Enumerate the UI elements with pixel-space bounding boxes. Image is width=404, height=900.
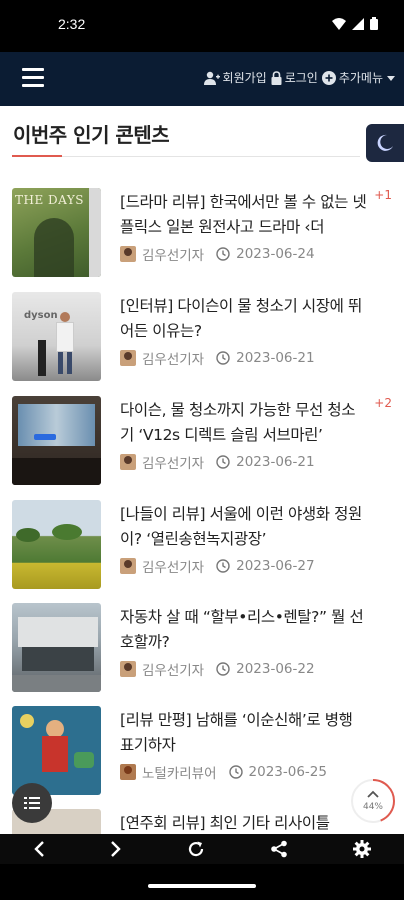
thumbnail-title-text: THE DAYS bbox=[15, 193, 84, 207]
clock-icon bbox=[216, 351, 230, 365]
home-gesture-bar[interactable] bbox=[148, 884, 256, 888]
more-menu-label: 추가메뉴 bbox=[338, 71, 383, 85]
article-thumbnail[interactable] bbox=[12, 706, 101, 795]
theme-toggle-button[interactable] bbox=[366, 124, 404, 162]
battery-icon bbox=[370, 17, 378, 30]
author-avatar bbox=[120, 350, 136, 366]
title-divider-accent bbox=[12, 155, 62, 157]
article-date: 2023-06-21 bbox=[236, 454, 315, 470]
article-date: 2023-06-27 bbox=[236, 558, 315, 574]
user-plus-icon bbox=[203, 71, 220, 85]
article-meta: 김우선기자 2023-06-21 bbox=[120, 452, 315, 472]
login-label: 로그인 bbox=[284, 71, 318, 85]
clock-icon bbox=[228, 765, 243, 779]
progress-ring bbox=[351, 779, 395, 823]
clock-icon bbox=[216, 247, 230, 261]
article-thumbnail[interactable]: dyson bbox=[12, 292, 101, 381]
clock-icon bbox=[216, 559, 230, 573]
signup-link[interactable]: 회원가입 bbox=[203, 69, 267, 86]
article-date: 2023-06-22 bbox=[236, 661, 315, 677]
article-title[interactable]: [나들이 리뷰] 서울에 이런 야생화 정원이? ‘열린송현녹지광장’ bbox=[120, 502, 368, 552]
status-time: 2:32 bbox=[58, 16, 86, 32]
article-thumbnail[interactable] bbox=[12, 396, 101, 485]
article-author: 김우선기자 bbox=[142, 352, 205, 368]
article-date: 2023-06-25 bbox=[248, 764, 327, 780]
chevron-up-icon bbox=[367, 790, 379, 798]
article-item[interactable]: 다이슨, 물 청소까지 가능한 무선 청소기 ‘V12s 디렉트 슬림 서브마린… bbox=[12, 396, 392, 486]
share-icon[interactable] bbox=[270, 840, 288, 858]
article-thumbnail[interactable] bbox=[12, 500, 101, 589]
signal-icon bbox=[352, 17, 364, 30]
rank-change-badge: +1 bbox=[374, 188, 392, 202]
system-gesture-area bbox=[0, 864, 404, 900]
author-avatar bbox=[120, 246, 136, 262]
wifi-icon bbox=[332, 17, 346, 30]
article-title[interactable]: 자동차 살 때 “할부•리스•렌탈?” 뭘 선호할까? bbox=[120, 605, 368, 655]
scroll-progress-label: 44% bbox=[362, 802, 383, 812]
author-avatar bbox=[120, 661, 136, 677]
article-title[interactable]: [리뷰 만평] 남해를 ‘이순신해’로 병행 표기하자 bbox=[120, 708, 368, 758]
caret-down-icon bbox=[387, 75, 395, 81]
article-item[interactable]: [나들이 리뷰] 서울에 이런 야생화 정원이? ‘열린송현녹지광장’ 김우선기… bbox=[12, 500, 392, 590]
refresh-icon[interactable] bbox=[187, 840, 205, 858]
scroll-to-top-button[interactable]: 44% bbox=[350, 778, 396, 824]
article-item[interactable]: THE DAYS [드라마 리뷰] 한국에서만 볼 수 없는 넷플릭스 일본 원… bbox=[12, 188, 392, 278]
status-icons bbox=[332, 17, 378, 30]
author-avatar bbox=[120, 764, 136, 780]
author-avatar bbox=[120, 558, 136, 574]
section-title: 이번주 인기 콘텐츠 bbox=[13, 123, 170, 147]
article-thumbnail[interactable]: THE DAYS bbox=[12, 188, 101, 277]
article-meta: 노털카리뷰어 2023-06-25 bbox=[120, 762, 327, 782]
article-title[interactable]: [연주회 리뷰] 최인 기타 리사이틀 bbox=[120, 811, 368, 834]
signup-label: 회원가입 bbox=[222, 71, 267, 85]
article-item[interactable]: [리뷰 만평] 남해를 ‘이순신해’로 병행 표기하자 노털카리뷰어 2023-… bbox=[12, 706, 392, 796]
article-date: 2023-06-24 bbox=[236, 246, 315, 262]
title-divider bbox=[12, 156, 360, 157]
article-thumbnail[interactable] bbox=[12, 603, 101, 692]
article-author: 노털카리뷰어 bbox=[142, 766, 217, 782]
article-author: 김우선기자 bbox=[142, 248, 205, 264]
status-bar: 2:32 bbox=[0, 0, 404, 52]
article-meta: 김우선기자 2023-06-24 bbox=[120, 244, 315, 264]
hamburger-menu-icon[interactable] bbox=[22, 68, 44, 88]
author-avatar bbox=[120, 454, 136, 470]
top-navigation: 회원가입 로그인 추가메뉴 bbox=[0, 52, 404, 106]
main-content: 이번주 인기 콘텐츠 THE DAYS [드라마 리뷰] 한국에서만 볼 수 없… bbox=[0, 106, 404, 834]
article-meta: 김우선기자 2023-06-27 bbox=[120, 556, 315, 576]
gear-icon[interactable] bbox=[353, 840, 372, 858]
bottom-navigation bbox=[0, 834, 404, 864]
article-meta: 김우선기자 2023-06-22 bbox=[120, 659, 315, 679]
more-menu-link[interactable]: 추가메뉴 bbox=[321, 69, 396, 86]
article-title[interactable]: [드라마 리뷰] 한국에서만 볼 수 없는 넷플릭스 일본 원전사고 드라마 ‹… bbox=[120, 190, 368, 240]
rank-change-badge: +2 bbox=[374, 396, 392, 410]
article-title[interactable]: 다이슨, 물 청소까지 가능한 무선 청소기 ‘V12s 디렉트 슬림 서브마린… bbox=[120, 398, 368, 448]
plus-circle-icon bbox=[321, 70, 336, 85]
list-toggle-button[interactable] bbox=[12, 783, 52, 823]
clock-icon bbox=[216, 662, 230, 676]
article-title[interactable]: [인터뷰] 다이슨이 물 청소기 시장에 뛰어든 이유는? bbox=[120, 294, 368, 344]
article-author: 김우선기자 bbox=[142, 663, 205, 679]
article-date: 2023-06-21 bbox=[236, 350, 315, 366]
login-link[interactable]: 로그인 bbox=[271, 69, 318, 86]
article-meta: 김우선기자 2023-06-21 bbox=[120, 348, 315, 368]
article-item[interactable]: [연주회 리뷰] 최인 기타 리사이틀 bbox=[12, 809, 392, 834]
clock-icon bbox=[216, 455, 230, 469]
article-author: 김우선기자 bbox=[142, 560, 205, 576]
chevron-right-icon[interactable] bbox=[110, 841, 122, 857]
lock-icon bbox=[271, 70, 282, 85]
nav-actions: 회원가입 로그인 추가메뉴 bbox=[203, 69, 396, 86]
list-icon bbox=[24, 797, 40, 809]
article-item[interactable]: dyson [인터뷰] 다이슨이 물 청소기 시장에 뛰어든 이유는? 김우선기… bbox=[12, 292, 392, 382]
article-author: 김우선기자 bbox=[142, 456, 205, 472]
moon-icon bbox=[377, 134, 393, 151]
article-item[interactable]: 자동차 살 때 “할부•리스•렌탈?” 뭘 선호할까? 김우선기자 2023-0… bbox=[12, 603, 392, 693]
thumbnail-brand-text: dyson bbox=[24, 310, 58, 321]
chevron-left-icon[interactable] bbox=[33, 841, 45, 857]
